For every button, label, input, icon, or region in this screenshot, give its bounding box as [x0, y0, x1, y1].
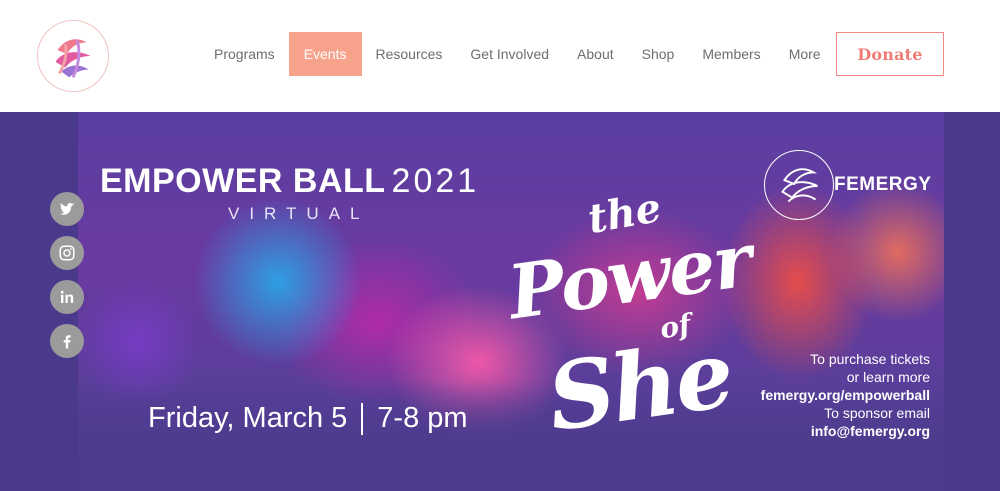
- linkedin-icon[interactable]: [50, 280, 84, 314]
- info-line-purchase: To purchase tickets: [810, 351, 930, 367]
- hero-section: EMPOWER BALL 2021 VIRTUAL FEMERGY the Pow…: [0, 112, 1000, 491]
- info-line-sponsor: To sponsor email: [824, 405, 930, 421]
- banner-brand: FEMERGY: [834, 174, 932, 195]
- banner-subtitle: VIRTUAL: [228, 204, 370, 223]
- femergy-logo-icon[interactable]: [37, 20, 109, 92]
- twitter-icon[interactable]: [50, 192, 84, 226]
- social-bar: [50, 192, 84, 358]
- main-nav: Programs Events Resources Get Involved A…: [200, 32, 835, 76]
- nav-item-events[interactable]: Events: [288, 32, 362, 76]
- banner-title-text: EMPOWER BALL: [100, 162, 386, 200]
- event-date-time: Friday, March 5 7-8 pm: [148, 402, 468, 435]
- nav-item-about[interactable]: About: [563, 32, 628, 76]
- nav-item-resources[interactable]: Resources: [362, 32, 457, 76]
- banner-title: EMPOWER BALL 2021: [100, 162, 479, 201]
- donate-button[interactable]: Donate: [836, 32, 944, 76]
- info-line-learn: or learn more: [846, 369, 930, 385]
- event-date: Friday, March 5: [148, 402, 348, 434]
- nav-item-get-involved[interactable]: Get Involved: [456, 32, 563, 76]
- nav-item-shop[interactable]: Shop: [628, 32, 689, 76]
- nav-item-programs[interactable]: Programs: [200, 32, 289, 76]
- event-banner[interactable]: EMPOWER BALL 2021 VIRTUAL FEMERGY the Pow…: [78, 112, 944, 491]
- banner-year: 2021: [391, 162, 480, 200]
- event-time: 7-8 pm: [377, 402, 468, 434]
- banner-slogan: the Power of She: [503, 182, 768, 453]
- date-divider: [361, 402, 364, 435]
- nav-item-members[interactable]: Members: [688, 32, 774, 76]
- site-header: Programs Events Resources Get Involved A…: [0, 0, 1000, 112]
- instagram-icon[interactable]: [50, 236, 84, 270]
- nav-item-more[interactable]: More: [775, 32, 835, 76]
- info-url: femergy.org/empowerball: [760, 387, 930, 403]
- slogan-power: Power: [503, 217, 756, 337]
- femergy-banner-logo-icon: [764, 150, 834, 220]
- facebook-icon[interactable]: [50, 324, 84, 358]
- slogan-she: She: [541, 319, 738, 453]
- ticket-info: To purchase tickets or learn more femerg…: [761, 350, 930, 440]
- info-email: info@femergy.org: [810, 423, 930, 439]
